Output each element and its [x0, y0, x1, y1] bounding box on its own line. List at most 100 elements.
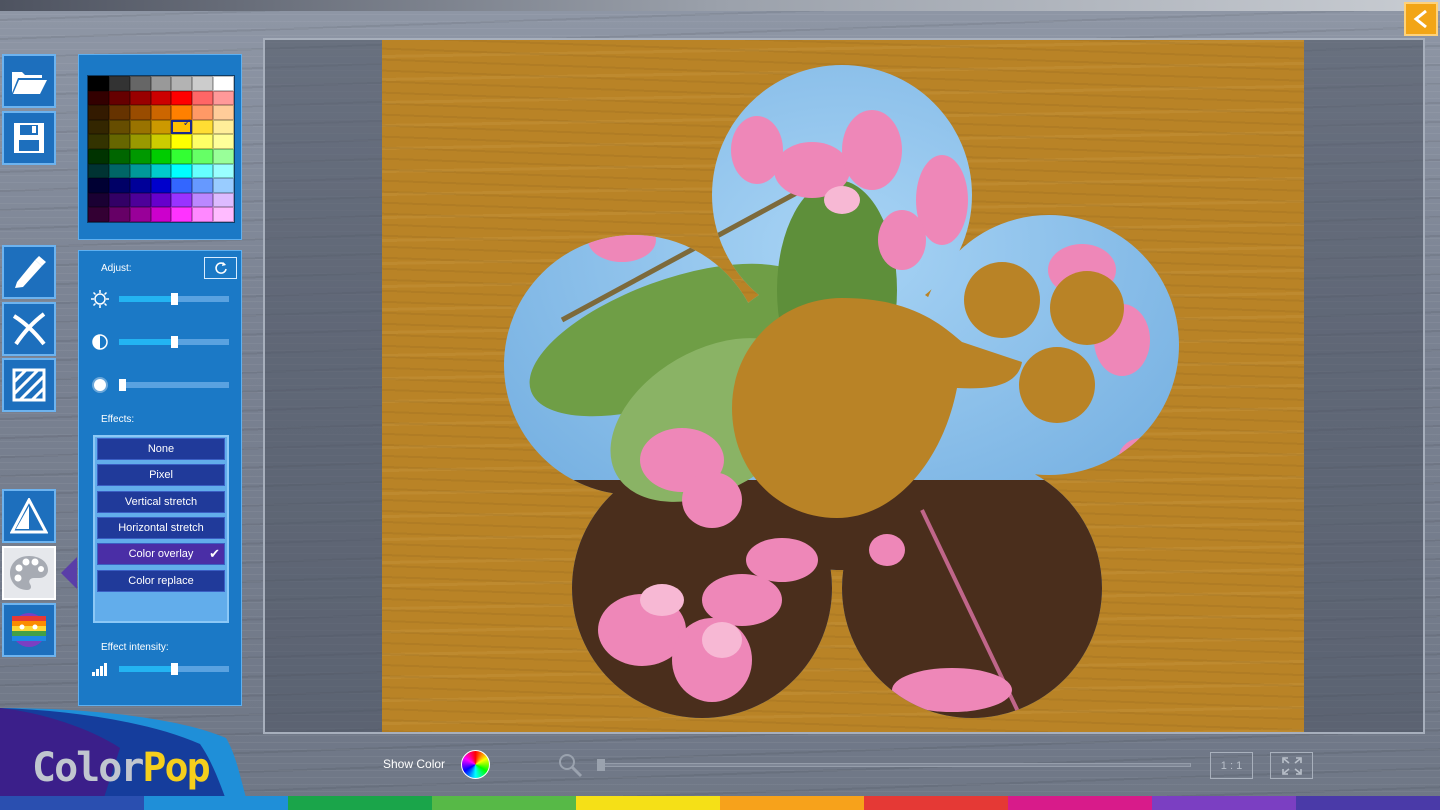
color-swatch[interactable] — [88, 90, 109, 106]
reset-adjust-button[interactable] — [204, 257, 237, 279]
color-swatch[interactable] — [192, 90, 214, 106]
color-swatch[interactable] — [88, 149, 109, 164]
color-swatch[interactable] — [192, 119, 214, 135]
color-swatch[interactable] — [150, 90, 172, 106]
color-swatch[interactable] — [192, 134, 214, 149]
color-swatch[interactable] — [192, 105, 214, 120]
color-swatch[interactable] — [129, 134, 151, 149]
color-swatch[interactable] — [129, 119, 151, 135]
color-swatch[interactable] — [150, 105, 172, 120]
brightness-slider[interactable] — [119, 293, 229, 305]
color-swatch[interactable] — [213, 90, 234, 106]
effect-option[interactable]: None — [97, 438, 225, 460]
color-swatch[interactable] — [150, 192, 172, 208]
artboard[interactable] — [382, 40, 1304, 732]
color-swatch[interactable] — [150, 178, 172, 193]
color-swatch[interactable] — [88, 105, 109, 120]
color-swatch[interactable] — [129, 105, 151, 120]
color-swatch[interactable] — [108, 207, 130, 222]
color-swatch[interactable] — [150, 119, 172, 135]
brightness-slider-knob[interactable] — [171, 293, 178, 305]
color-swatch[interactable] — [192, 207, 214, 222]
color-swatch[interactable] — [129, 163, 151, 179]
effect-option[interactable]: Vertical stretch — [97, 490, 225, 513]
color-swatch[interactable] — [171, 149, 193, 164]
show-color-wheel-button[interactable] — [461, 750, 490, 779]
color-swatch[interactable] — [171, 118, 193, 135]
effect-intensity-slider-knob[interactable] — [171, 663, 178, 675]
color-palette-panel — [78, 54, 242, 240]
color-swatch[interactable] — [108, 163, 130, 179]
color-swatch[interactable] — [88, 163, 109, 179]
contrast-slider-knob[interactable] — [171, 336, 178, 348]
color-swatch[interactable] — [150, 134, 172, 149]
back-button[interactable] — [1404, 2, 1438, 36]
shape-tool-button[interactable] — [2, 489, 56, 543]
color-swatch[interactable] — [213, 163, 234, 179]
color-swatch[interactable] — [171, 76, 193, 91]
color-swatch[interactable] — [108, 134, 130, 149]
open-button[interactable] — [2, 54, 56, 108]
color-swatch[interactable] — [129, 76, 151, 91]
color-swatch[interactable] — [150, 149, 172, 164]
blur-slider-knob[interactable] — [119, 379, 127, 391]
color-swatch[interactable] — [129, 149, 151, 164]
color-swatch[interactable] — [150, 207, 172, 222]
color-swatch[interactable] — [171, 207, 193, 222]
cut-tool-button[interactable] — [2, 302, 56, 356]
pattern-tool-button[interactable] — [2, 358, 56, 412]
color-swatch[interactable] — [108, 90, 130, 106]
color-swatch[interactable] — [192, 192, 214, 208]
pencil-tool-button[interactable] — [2, 245, 56, 299]
color-swatch[interactable] — [171, 178, 193, 193]
color-swatch[interactable] — [129, 207, 151, 222]
color-swatch[interactable] — [192, 149, 214, 164]
color-swatch[interactable] — [129, 178, 151, 193]
color-swatch[interactable] — [171, 192, 193, 208]
color-swatch[interactable] — [108, 119, 130, 135]
color-swatch[interactable] — [213, 76, 234, 91]
color-swatch[interactable] — [171, 90, 193, 106]
color-swatch[interactable] — [213, 119, 234, 135]
color-swatch[interactable] — [150, 163, 172, 179]
color-swatch[interactable] — [88, 192, 109, 208]
color-swatch[interactable] — [129, 90, 151, 106]
color-swatch[interactable] — [88, 207, 109, 222]
color-swatch[interactable] — [150, 76, 172, 91]
effect-option[interactable]: Color overlay ✔ — [97, 543, 225, 566]
color-swatch[interactable] — [213, 105, 234, 120]
effect-option[interactable]: Horizontal stretch — [97, 516, 225, 539]
color-swatch[interactable] — [88, 178, 109, 193]
color-swatch[interactable] — [213, 149, 234, 164]
color-swatch[interactable] — [213, 192, 234, 208]
color-swatch[interactable] — [88, 119, 109, 135]
color-swatch[interactable] — [108, 76, 130, 91]
color-swatch[interactable] — [129, 192, 151, 208]
color-swatch[interactable] — [88, 134, 109, 149]
color-swatch[interactable] — [192, 163, 214, 179]
color-swatch[interactable] — [192, 76, 214, 91]
fit-screen-button[interactable] — [1270, 752, 1313, 779]
color-swatch[interactable] — [108, 178, 130, 193]
color-swatch[interactable] — [213, 178, 234, 193]
color-swatch[interactable] — [108, 105, 130, 120]
zoom-slider[interactable] — [597, 763, 1191, 767]
color-swatch[interactable] — [88, 76, 109, 91]
color-swatch[interactable] — [213, 134, 234, 149]
color-swatch[interactable] — [108, 192, 130, 208]
blur-slider[interactable] — [119, 379, 229, 391]
effect-option[interactable]: Color replace — [97, 569, 225, 592]
palette-tool-button[interactable] — [2, 546, 56, 600]
save-button[interactable] — [2, 111, 56, 165]
actual-size-button[interactable]: 1 : 1 — [1210, 752, 1253, 779]
color-swatch[interactable] — [171, 163, 193, 179]
contrast-slider[interactable] — [119, 336, 229, 348]
color-swatch[interactable] — [192, 178, 214, 193]
color-swatch[interactable] — [171, 134, 193, 149]
effects-tool-button[interactable] — [2, 603, 56, 657]
color-swatch[interactable] — [108, 149, 130, 164]
effect-option[interactable]: Pixel — [97, 464, 225, 487]
zoom-slider-knob[interactable] — [597, 759, 605, 771]
effect-intensity-slider[interactable] — [119, 663, 229, 675]
color-swatch[interactable] — [213, 207, 234, 222]
